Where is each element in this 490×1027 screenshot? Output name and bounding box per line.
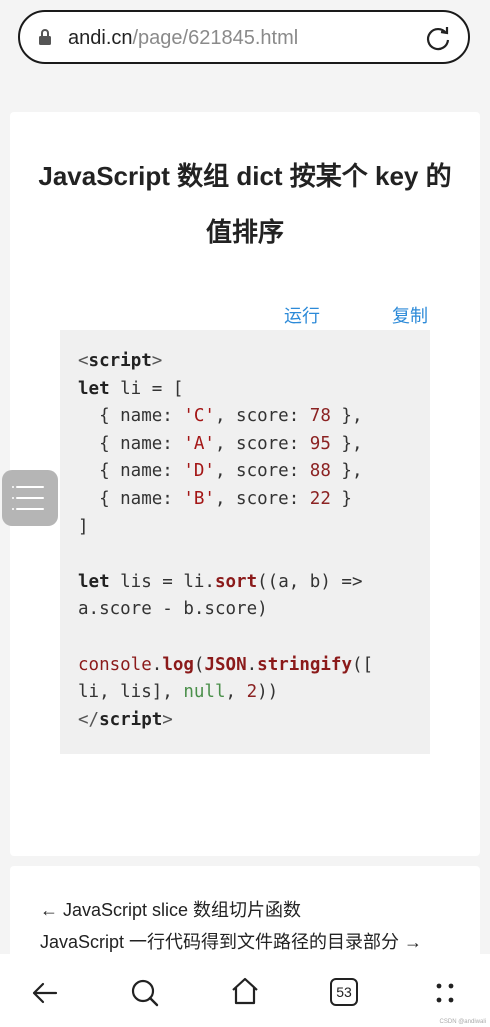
url-text[interactable]: andi.cn/page/621845.html <box>68 26 298 50</box>
search-icon[interactable] <box>130 978 160 1008</box>
url-path: /page/621845.html <box>132 27 299 49</box>
article-card: JavaScript 数组 dict 按某个 key 的值排序 运行 复制 <s… <box>10 112 480 856</box>
url-host: andi.cn <box>68 27 133 49</box>
lock-icon <box>39 29 51 45</box>
more-icon[interactable] <box>430 978 460 1008</box>
address-bar[interactable]: andi.cn/page/621845.html <box>18 10 470 64</box>
code-block: <script> let li = [ { name: 'C', score: … <box>60 330 430 754</box>
copy-button[interactable]: 复制 <box>392 302 428 328</box>
next-article-link[interactable]: JavaScript 一行代码得到文件路径的目录部分 → <box>40 928 422 954</box>
prev-article-link[interactable]: ← JavaScript slice 数组切片函数 <box>40 896 301 922</box>
run-button[interactable]: 运行 <box>284 302 320 328</box>
page-title: JavaScript 数组 dict 按某个 key 的值排序 <box>38 161 452 247</box>
watermark: CSDN @andiwali <box>439 1019 486 1025</box>
back-icon[interactable] <box>30 978 60 1008</box>
home-icon[interactable] <box>230 976 260 1006</box>
article-navigation: ← JavaScript slice 数组切片函数 JavaScript 一行代… <box>10 866 480 966</box>
tabs-icon[interactable]: 53 <box>330 978 358 1006</box>
reload-icon[interactable] <box>424 24 452 52</box>
floating-menu-button[interactable] <box>2 470 58 526</box>
code-text: <script> let li = [ { name: 'C', score: … <box>78 351 374 730</box>
